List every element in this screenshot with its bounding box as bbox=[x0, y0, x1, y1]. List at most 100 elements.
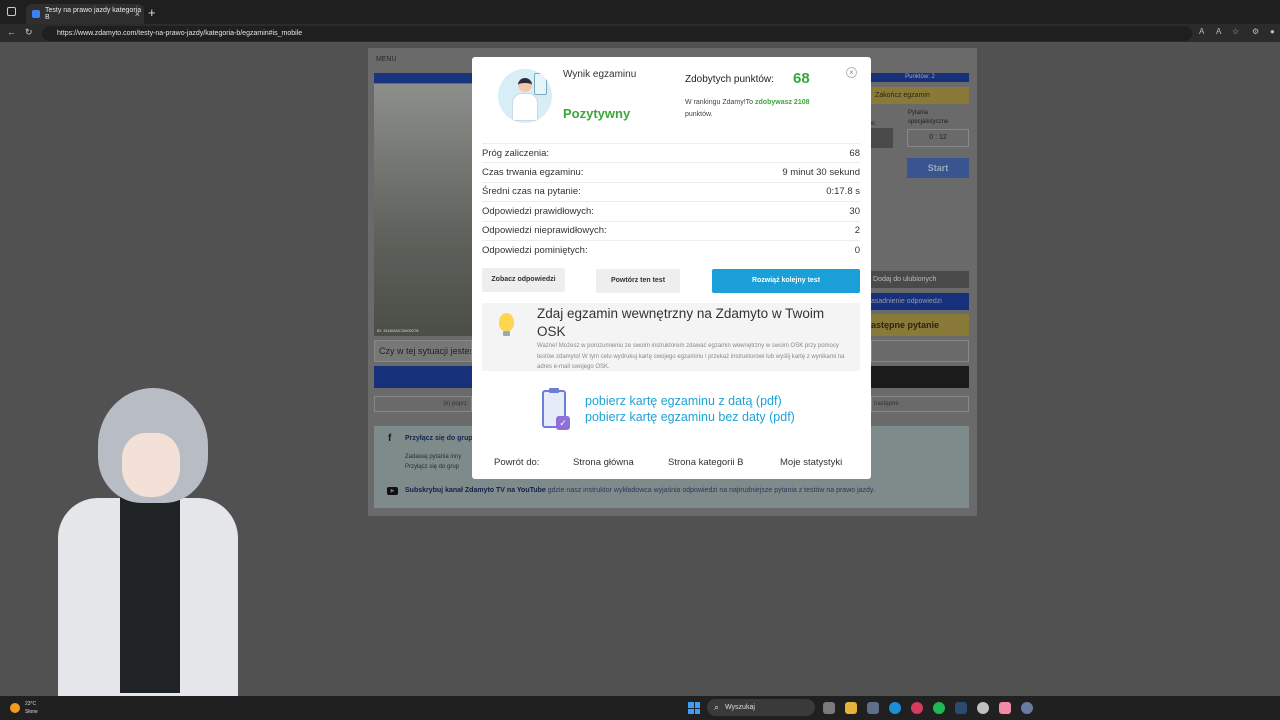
join-text-line1: Zadawaj pytania inny bbox=[405, 454, 462, 460]
points-value: 68 bbox=[793, 70, 810, 87]
spotify-icon[interactable] bbox=[933, 702, 945, 714]
weather-widget[interactable]: 23°C Słone bbox=[25, 700, 38, 716]
stat-label: Średni czas na pytanie: bbox=[482, 186, 581, 198]
profile-icon[interactable]: ● bbox=[1270, 27, 1275, 36]
my-stats-link[interactable]: Moje statystyki bbox=[780, 457, 842, 468]
avatar-face bbox=[122, 433, 180, 497]
back-to-label: Powrót do: bbox=[494, 457, 540, 468]
weather-sun-icon[interactable] bbox=[10, 703, 20, 713]
reload-icon[interactable]: ↻ bbox=[25, 27, 33, 38]
browser-tab-bar: Testy na prawo jazdy kategoria B × + bbox=[0, 0, 1280, 24]
question-text: Czy w tej sytuacji jesteś bbox=[374, 340, 472, 362]
next-test-button[interactable]: Rozwiąż kolejny test bbox=[712, 269, 860, 293]
next-nav-button[interactable]: następne bbox=[871, 396, 969, 412]
obs-icon[interactable] bbox=[977, 702, 989, 714]
question-photo: ID: 3118/2A/C3/000278 bbox=[374, 84, 472, 336]
instructor-illustration-icon bbox=[498, 69, 552, 123]
stat-value: 2 bbox=[854, 225, 860, 237]
osk-description: Ważne! Możesz w porozumieniu ze swoim in… bbox=[537, 343, 845, 370]
address-bar: ← ↻ https://www.zdamyto.com/testy-na-pra… bbox=[0, 24, 1280, 42]
result-label: Wynik egzaminu bbox=[563, 69, 637, 80]
answer-button[interactable] bbox=[374, 366, 472, 388]
extensions-icon[interactable]: ⚙ bbox=[1252, 27, 1259, 36]
clipboard-check-icon: ✓ bbox=[540, 388, 570, 430]
prev-question-button[interactable]: (k) poprz bbox=[374, 396, 472, 412]
stat-label: Czas trwania egzaminu: bbox=[482, 167, 584, 179]
avatar-shirt bbox=[120, 493, 180, 693]
stat-row: Czas trwania egzaminu: 9 minut 30 sekund bbox=[482, 162, 860, 181]
stat-value: 0 bbox=[854, 244, 860, 256]
category-b-link[interactable]: Strona kategorii B bbox=[668, 457, 744, 468]
timer-display: 0 : 12 bbox=[907, 129, 969, 147]
lightbulb-icon bbox=[499, 313, 514, 336]
pdf-with-date-link[interactable]: pobierz kartę egzaminu z datą (pdf) bbox=[585, 394, 782, 408]
opera-icon[interactable] bbox=[911, 702, 923, 714]
progress-bar bbox=[374, 73, 472, 83]
site-favicon-icon bbox=[32, 10, 40, 18]
next-question-button[interactable]: astępne pytanie bbox=[871, 314, 969, 336]
stat-value: 68 bbox=[849, 147, 860, 159]
stat-value: 30 bbox=[849, 205, 860, 217]
edge-browser-icon[interactable] bbox=[889, 702, 901, 714]
tab-close-icon[interactable]: × bbox=[135, 9, 140, 19]
read-aloud-icon[interactable]: A bbox=[1199, 27, 1204, 36]
stat-label: Odpowiedzi pominiętych: bbox=[482, 244, 588, 256]
special-questions-label: Pytania specjalistyczne bbox=[908, 110, 949, 125]
start-button[interactable]: Start bbox=[907, 158, 969, 178]
stat-value: 0:17.8 s bbox=[826, 186, 860, 198]
finish-exam-button[interactable]: Zakończ egzamin bbox=[871, 87, 969, 104]
home-link[interactable]: Strona główna bbox=[573, 457, 634, 468]
exam-result-modal: Wynik egzaminu Pozytywny Zdobytych punkt… bbox=[472, 57, 871, 479]
osk-promo-box: Zdaj egzamin wewnętrzny na Zdamyto w Two… bbox=[482, 303, 860, 371]
youtube-description: gdzie nasz instruktor wykładowca wyjaśni… bbox=[545, 487, 875, 494]
back-arrow-icon[interactable]: ← bbox=[7, 27, 16, 37]
text-size-icon[interactable]: A bbox=[1216, 27, 1221, 36]
steam-icon[interactable] bbox=[955, 702, 967, 714]
repeat-test-button[interactable]: Powtórz ten test bbox=[596, 269, 680, 293]
stat-label: Próg zaliczenia: bbox=[482, 147, 550, 159]
ranking-prefix: W rankingu Zdamy!To bbox=[685, 99, 756, 106]
stat-row: Odpowiedzi nieprawidłowych: 2 bbox=[482, 220, 860, 240]
menu-button[interactable]: MENU bbox=[376, 56, 397, 63]
favorite-star-icon[interactable]: ☆ bbox=[1232, 27, 1239, 36]
basic-questions-label: e: bbox=[871, 121, 877, 127]
pdf-without-date-link[interactable]: pobierz kartę egzaminu bez daty (pdf) bbox=[585, 410, 795, 424]
taskbar-search[interactable]: Wyszukaj bbox=[707, 699, 815, 716]
weather-desc: Słone bbox=[25, 709, 38, 715]
ranking-suffix: punktów. bbox=[685, 111, 713, 118]
vtuber-avatar-overlay bbox=[48, 388, 248, 696]
stat-row: Próg zaliczenia: 68 bbox=[482, 143, 860, 162]
add-favorites-button[interactable]: Dodaj do ulubionych bbox=[871, 271, 969, 288]
url-field[interactable]: https://www.zdamyto.com/testy-na-prawo-j… bbox=[42, 26, 1192, 41]
store-icon[interactable] bbox=[867, 702, 879, 714]
new-tab-icon[interactable]: + bbox=[148, 5, 156, 20]
facebook-icon: f bbox=[388, 433, 392, 444]
browser-tab[interactable]: Testy na prawo jazdy kategoria B × bbox=[26, 4, 144, 24]
file-explorer-icon[interactable] bbox=[845, 702, 857, 714]
window-menu-icon[interactable] bbox=[7, 7, 16, 16]
windows-start-icon[interactable] bbox=[688, 702, 700, 714]
stat-value: 9 minut 30 sekund bbox=[782, 167, 860, 179]
close-icon[interactable]: × bbox=[846, 67, 857, 78]
youtube-subscribe-text: Subskrybuj kanał Zdamyto TV na YouTube g… bbox=[405, 487, 875, 494]
dark-bar bbox=[871, 366, 969, 388]
join-text-line2: Przyłącz się do grup bbox=[405, 464, 460, 470]
join-group-heading[interactable]: Przyłącz się do grup bbox=[405, 435, 473, 442]
result-status: Pozytywny bbox=[563, 106, 631, 121]
windows-taskbar: 23°C Słone Wyszukaj bbox=[0, 696, 1280, 720]
stats-table: Próg zaliczenia: 68 Czas trwania egzaminu… bbox=[482, 143, 860, 259]
discord-icon[interactable] bbox=[1021, 702, 1033, 714]
osk-title: Zdaj egzamin wewnętrzny na Zdamyto w Two… bbox=[537, 306, 825, 339]
ranking-points: zdobywasz 2108 bbox=[755, 99, 810, 106]
show-answers-button[interactable]: Zobacz odpowiedzi bbox=[482, 268, 565, 292]
ranking-text: W rankingu Zdamy!To zdobywasz 2108 punkt… bbox=[685, 97, 825, 121]
stat-row: Odpowiedzi prawidłowych: 30 bbox=[482, 201, 860, 220]
photo-caption: ID: 3118/2A/C3/000278 bbox=[377, 328, 419, 333]
basic-timer-box bbox=[871, 128, 893, 148]
task-view-icon[interactable] bbox=[823, 702, 835, 714]
stat-row: Średni czas na pytanie: 0:17.8 s bbox=[482, 181, 860, 201]
youtube-subscribe-link[interactable]: Subskrybuj kanał Zdamyto TV na YouTube bbox=[405, 487, 546, 494]
youtube-icon: ▶ bbox=[387, 487, 398, 495]
app-icon[interactable] bbox=[999, 702, 1011, 714]
justification-button[interactable]: asadnienie odpowiedzi bbox=[871, 293, 969, 310]
